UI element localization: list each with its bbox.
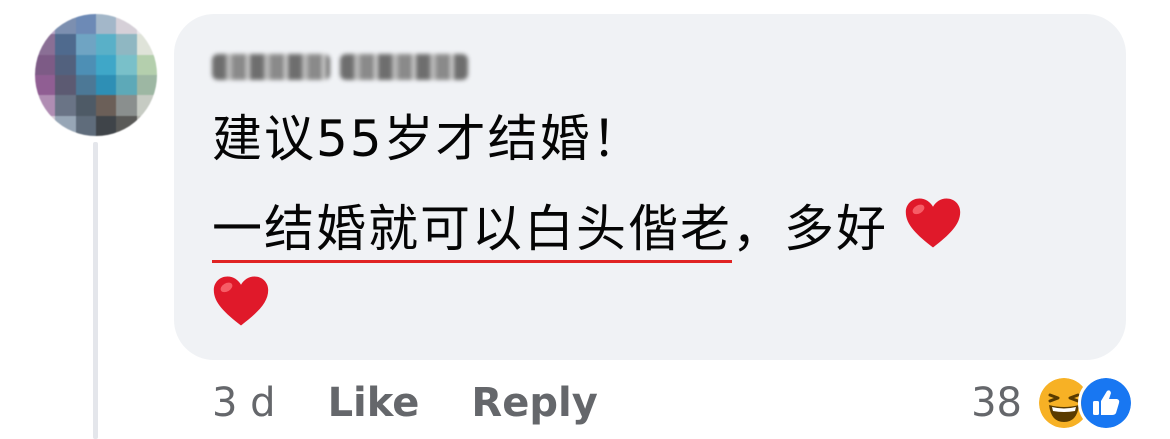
comment-meta: 3 d Like Reply [212, 378, 650, 428]
comment-underlined-text: 一结婚就可以白头偕老 [212, 200, 732, 263]
thumbs-up-icon [1078, 375, 1134, 431]
author-name-redacted[interactable] [212, 48, 474, 86]
redacted-first-name [212, 54, 330, 80]
reply-button[interactable]: Reply [471, 378, 597, 428]
redacted-last-name [340, 54, 468, 80]
comment-text-line3 [212, 272, 270, 337]
comment-text-rest: ，多好 [732, 200, 888, 258]
red-heart-icon [213, 276, 269, 326]
avatar[interactable] [35, 14, 157, 136]
thread-line [93, 142, 98, 439]
like-button[interactable]: Like [328, 378, 420, 428]
comment-timestamp[interactable]: 3 d [212, 378, 276, 428]
reaction-summary[interactable]: 38 [971, 374, 1134, 432]
comment-text-line2: 一结婚就可以白头偕老，多好 [212, 194, 962, 263]
reaction-count: 38 [971, 380, 1022, 426]
comment-bubble: 建议55岁才结婚！ 一结婚就可以白头偕老，多好 [174, 14, 1126, 360]
comment-text-line1: 建议55岁才结婚！ [212, 110, 644, 168]
red-heart-icon [905, 198, 961, 248]
